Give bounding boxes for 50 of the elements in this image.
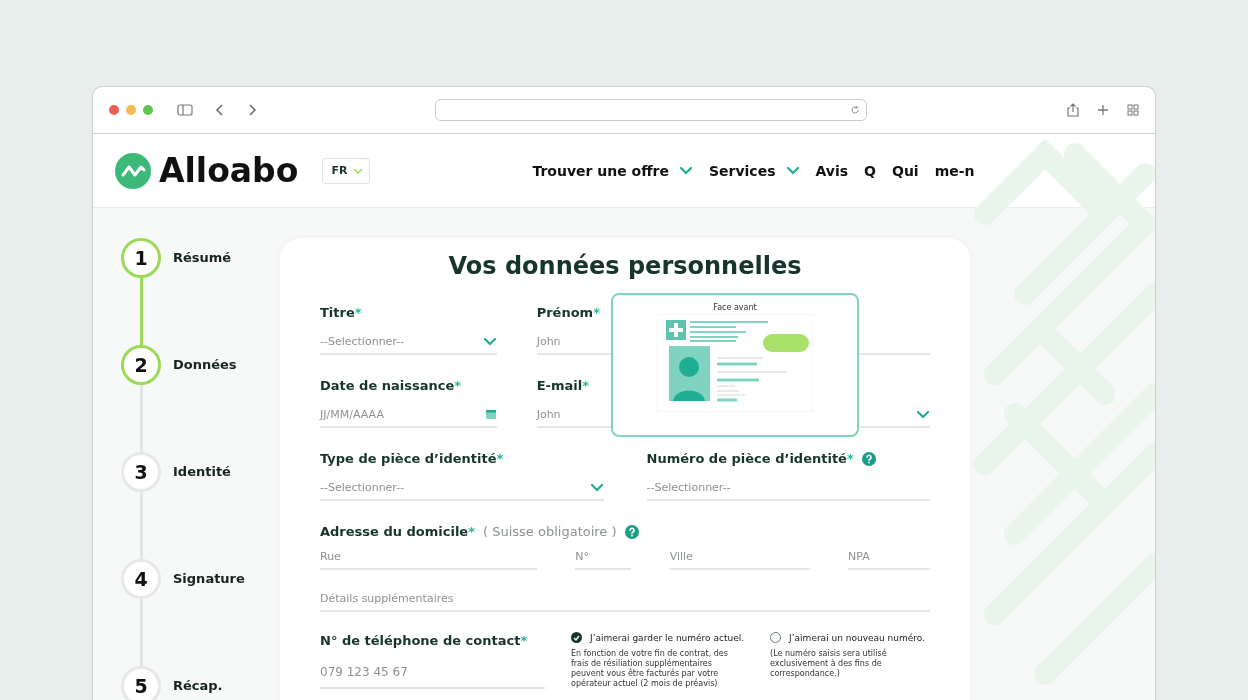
reload-icon[interactable] [850,105,860,115]
field-label: E-mail* [536,377,589,394]
field-label: Prénom* [536,304,600,321]
nav-link[interactable]: Q [864,162,876,179]
option-label[interactable]: J’aimerai garder le numéro actuel. [590,632,745,643]
step-number[interactable]: 5 [121,666,161,700]
popup-caption: Face avant [713,303,757,312]
option-label[interactable]: J’aimerai un nouveau numéro. [789,632,926,643]
nav-link[interactable]: Avis [815,162,849,179]
forward-icon[interactable] [247,103,257,117]
window-controls-icon[interactable] [109,105,153,115]
sidebar-icon[interactable] [177,104,193,116]
tabs-grid-icon[interactable] [1127,104,1139,116]
step-number[interactable]: 3 [121,452,161,492]
field-label: Numéro de pièce d’identité* [646,450,854,467]
nav-link[interactable]: Qui [892,162,919,179]
step-number[interactable]: 2 [121,345,161,385]
help-icon[interactable] [624,524,639,539]
step-label[interactable]: Résumé [173,250,232,265]
plus-icon[interactable] [1097,104,1109,116]
step-label[interactable]: Signature [173,571,245,586]
step-label[interactable]: Identité [173,464,231,479]
chevron-down-icon [916,409,930,419]
nav-link[interactable]: me-n [934,162,975,179]
step-label[interactable]: Récap. [173,678,223,693]
step-number[interactable]: 1 [121,238,161,278]
step-label[interactable]: Données [173,357,237,372]
calendar-icon[interactable] [484,408,497,420]
field-label: Date de naissance* [320,377,462,394]
chevron-down-icon [482,336,497,346]
share-icon[interactable] [1067,103,1079,117]
field-note: ( Suisse obligatoire ) [483,524,617,539]
option-note: En fonction de votre fin de contrat, des frais de résiliation supplémentaires peuvent vous être facturés par votre opérateur actuel (2 mois de préavis) [571,649,729,689]
form-title: Vos données personnelles [447,252,803,280]
nav-link[interactable]: Trouver une offre [532,162,693,179]
field-label: N° de téléphone de contact* [320,632,529,649]
field-label: Adresse du domicile* [320,523,475,540]
back-icon[interactable] [215,103,225,117]
radio-button[interactable] [571,632,582,643]
chevron-down-icon [589,482,604,492]
nav-link[interactable]: Services [708,162,800,179]
logo-text[interactable]: Alloabo [159,151,299,190]
field-label: Type de pièce d’identité* [320,450,504,467]
field-label: Titre* [320,304,362,321]
logo-icon[interactable] [115,152,151,189]
language-select[interactable]: FR [322,157,371,184]
step-number[interactable]: 4 [121,559,161,599]
option-note: (Le numéro saisis sera utilisé exclusivement à des fins de correspondance.) [770,649,888,679]
chevron-down-icon [353,167,364,174]
help-icon[interactable] [861,451,876,466]
